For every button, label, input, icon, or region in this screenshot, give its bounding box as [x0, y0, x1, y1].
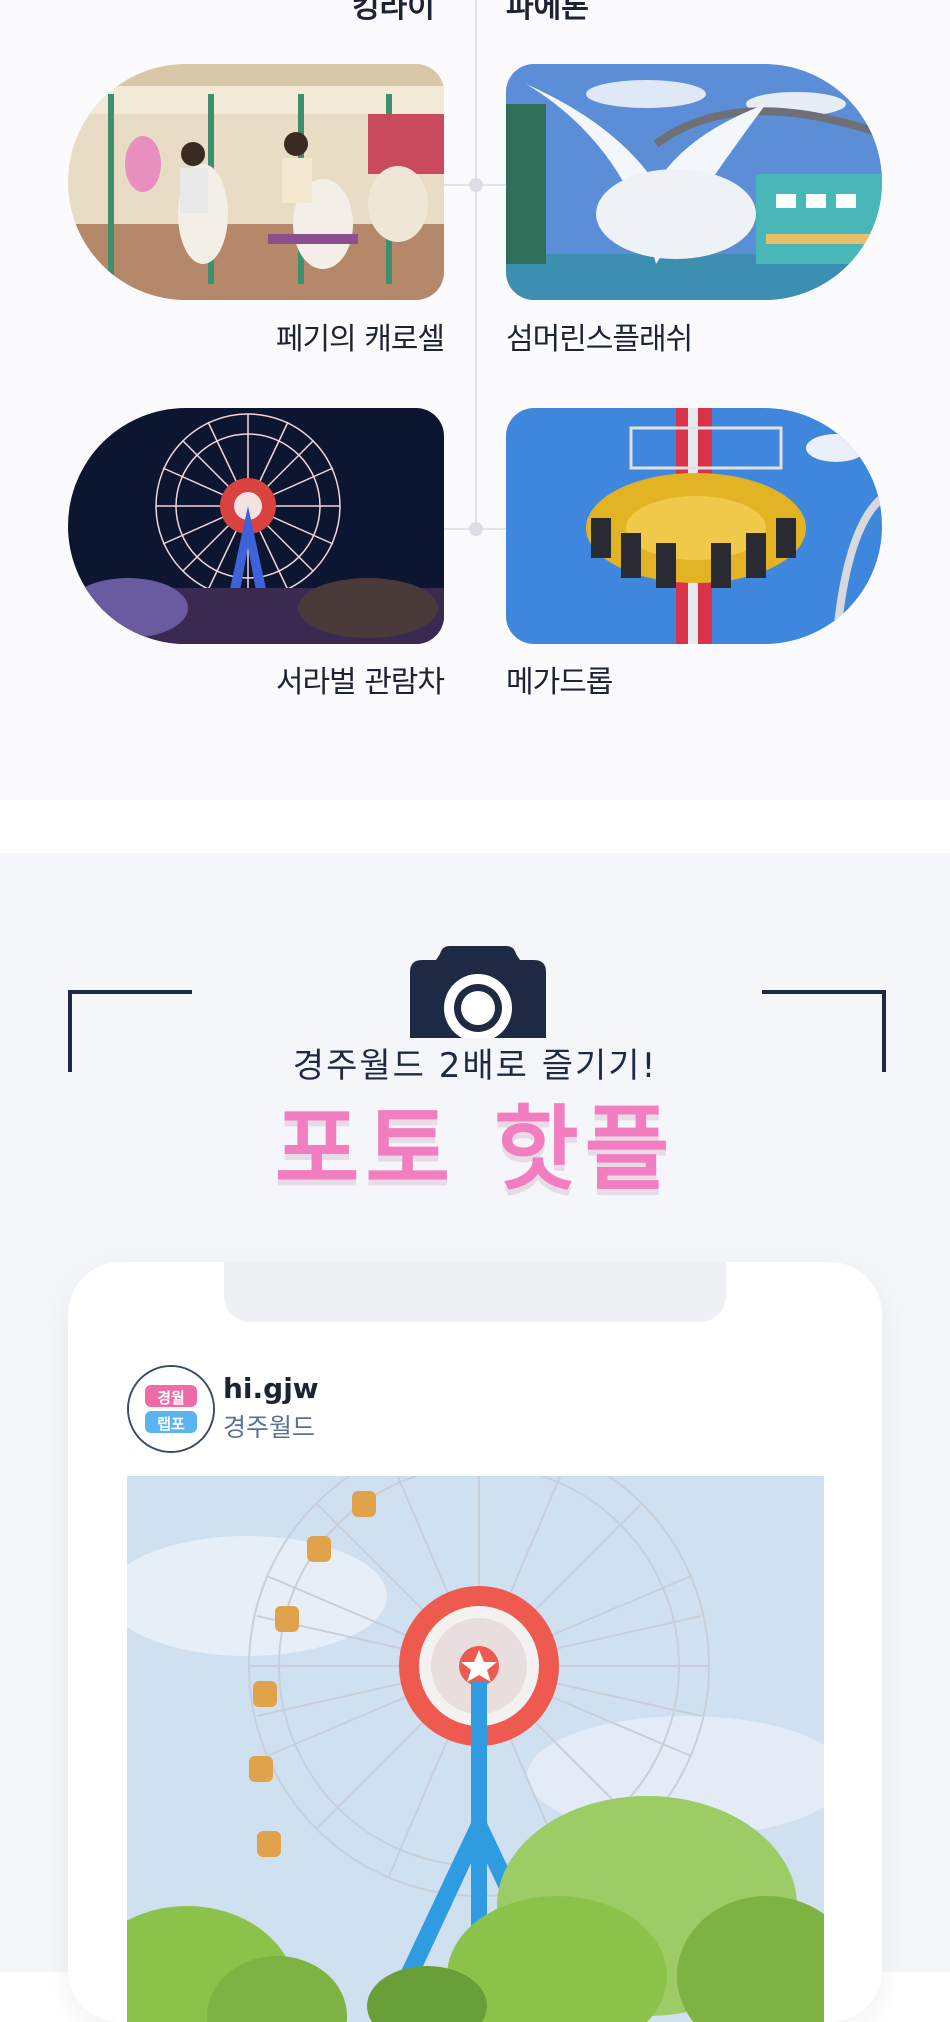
ride-label-cut-right: 파에톤: [506, 0, 589, 25]
drop-tower-photo[interactable]: [506, 408, 882, 644]
svg-text:경월: 경월: [157, 1389, 185, 1407]
ferris-wheel-night-photo[interactable]: [68, 408, 444, 644]
ride-label-ferris: 서라벌 관람차: [275, 665, 445, 700]
rides-section: 킹라이 파에톤 페기의 캐로셀 섬머린스플래쉬 서라벌 관람차 메가드롭: [0, 0, 950, 800]
avatar-logo: 경월 랩포: [129, 1367, 213, 1451]
phone-mockup: 경월 랩포 hi.gjw 경주월드: [68, 1262, 882, 2022]
ride-label-cut-left: 킹라이: [352, 0, 435, 25]
camera-icon: [410, 946, 546, 1038]
ride-label-splash: 섬머린스플래쉬: [506, 322, 693, 357]
svg-text:랩포: 랩포: [157, 1415, 185, 1433]
timeline-line: [475, 0, 477, 530]
timeline-dot: [469, 178, 483, 192]
water-splash-photo[interactable]: [506, 64, 882, 300]
ride-label-carousel: 페기의 캐로셀: [275, 322, 445, 357]
ferris-wheel-day-photo[interactable]: [127, 1476, 824, 2022]
post-location[interactable]: 경주월드: [223, 1408, 315, 1444]
avatar[interactable]: 경월 랩포: [127, 1365, 215, 1453]
ride-label-megadrop: 메가드롭: [506, 665, 613, 700]
photo-title: 포토 핫플: [274, 1096, 676, 1203]
timeline-dot: [469, 522, 483, 536]
carousel-photo[interactable]: [68, 64, 444, 300]
post-username[interactable]: hi.gjw: [223, 1372, 319, 1405]
phone-notch: [224, 1262, 726, 1322]
